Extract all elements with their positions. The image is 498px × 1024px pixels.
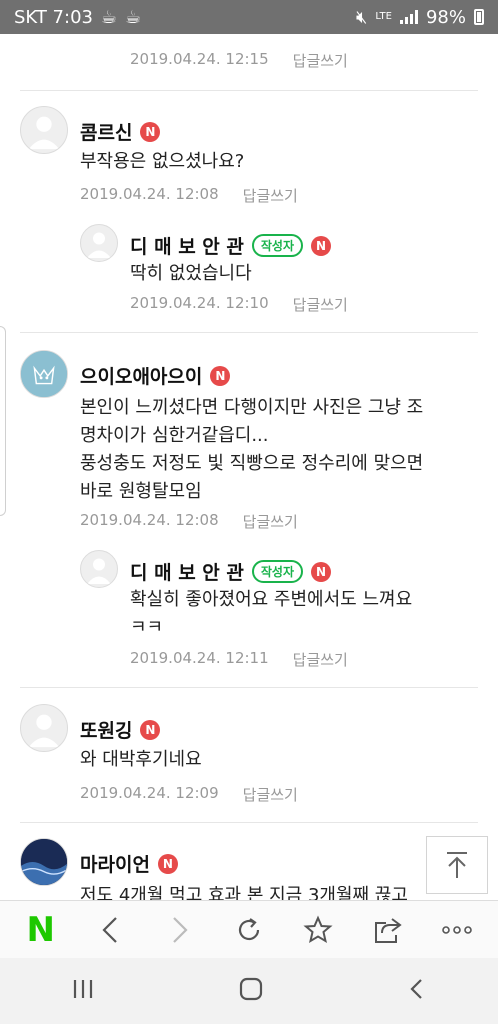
back-button[interactable]	[82, 902, 138, 958]
reply-button[interactable]: 답글쓰기	[243, 511, 298, 532]
divider	[20, 822, 478, 823]
reply-nickname[interactable]: 디 매 보 안 관 작성자 N	[130, 558, 331, 585]
comment-meta: 2019.04.24. 12:09 답글쓰기	[80, 784, 298, 805]
divider	[20, 90, 478, 91]
new-badge-icon: N	[310, 561, 331, 582]
reply-button[interactable]: 답글쓰기	[293, 649, 348, 670]
system-nav-bar	[0, 958, 498, 1024]
reply-button[interactable]: 답글쓰기	[243, 185, 298, 206]
forward-button[interactable]	[152, 902, 208, 958]
scroll-top-button[interactable]	[426, 836, 488, 894]
more-button[interactable]	[429, 902, 485, 958]
coffee-icon: ☕	[100, 6, 118, 28]
reply-button[interactable]: 답글쓰기	[243, 784, 298, 805]
status-bar: SKT 7:03 ☕ ☕ 🔇︎ LTE 98%	[0, 0, 498, 34]
avatar[interactable]	[20, 350, 68, 398]
share-icon	[374, 917, 402, 943]
reply-button[interactable]: 답글쓰기	[293, 50, 348, 71]
new-badge-icon: N	[140, 121, 161, 142]
divider	[20, 332, 478, 333]
mute-icon: 🔇︎	[356, 6, 368, 28]
comment-date: 2019.04.24. 12:08	[80, 185, 219, 203]
reply-meta: 2019.04.24. 12:11 답글쓰기	[130, 649, 348, 670]
share-button[interactable]	[360, 902, 416, 958]
naver-logo-icon: N	[26, 909, 55, 950]
bookmark-button[interactable]	[290, 902, 346, 958]
refresh-icon	[238, 917, 260, 940]
comment-nickname[interactable]: 콤르신 N	[80, 118, 161, 145]
more-dots-icon	[442, 925, 473, 934]
comment-meta: 2019.04.24. 12:15 답글쓰기	[130, 50, 348, 71]
chevron-left-icon	[102, 916, 117, 943]
avatar[interactable]	[20, 106, 68, 154]
reply-text: 딱히 없었습니다	[130, 263, 252, 284]
comment-text: 와 대박후기네요	[80, 749, 202, 770]
comment-date: 2019.04.24. 12:11	[130, 649, 269, 667]
avatar[interactable]	[80, 550, 118, 588]
battery-icon	[474, 9, 484, 25]
new-badge-icon: N	[310, 235, 331, 256]
divider	[20, 687, 478, 688]
comment-nickname[interactable]: 마라이언 N	[80, 850, 178, 877]
comment-date: 2019.04.24. 12:09	[80, 784, 219, 802]
comment-date: 2019.04.24. 12:08	[80, 511, 219, 529]
comment-list[interactable]: ⋯ 2019.04.24. 12:15 답글쓰기 콤르신 N 부작용은 없으셨나…	[0, 34, 498, 900]
comment-text-partial: ⋯	[130, 34, 148, 46]
coffee-icon: ☕	[125, 6, 142, 28]
comment-text: 부작용은 없으셨나요?	[80, 151, 245, 172]
signal-icon	[399, 10, 418, 24]
arrow-up-icon	[447, 852, 467, 878]
reply-nickname[interactable]: 디 매 보 안 관 작성자 N	[130, 232, 331, 259]
recent-apps-button[interactable]	[71, 978, 95, 1004]
comment-date: 2019.04.24. 12:15	[130, 50, 269, 68]
comment-text: 본인이 느끼셨다면 다행이지만 사진은 그냥 조 명차이가 심한거같읍디... …	[80, 397, 424, 502]
avatar[interactable]	[80, 224, 118, 262]
reply-meta: 2019.04.24. 12:10 답글쓰기	[130, 294, 348, 315]
chevron-right-icon	[172, 916, 188, 943]
naver-home-button[interactable]: N	[13, 902, 69, 958]
network-type: LTE	[375, 11, 392, 22]
star-icon	[303, 915, 333, 943]
recents-icon	[74, 980, 93, 998]
new-badge-icon: N	[210, 365, 231, 386]
reply-button[interactable]: 답글쓰기	[293, 294, 348, 315]
writer-badge: 작성자	[251, 234, 303, 257]
edge-panel-handle[interactable]	[0, 326, 6, 516]
comment-meta: 2019.04.24. 12:08 답글쓰기	[80, 511, 298, 532]
carrier-time: SKT 7:03	[14, 6, 93, 28]
new-badge-icon: N	[140, 719, 161, 740]
comment-nickname[interactable]: 으이오애아으이 N	[80, 362, 231, 389]
system-back-button[interactable]	[407, 977, 427, 1005]
home-button[interactable]	[238, 976, 264, 1006]
refresh-button[interactable]	[221, 902, 277, 958]
comment-meta: 2019.04.24. 12:08 답글쓰기	[80, 185, 298, 206]
battery-percent: 98%	[425, 6, 466, 28]
avatar[interactable]	[20, 704, 68, 752]
back-arrow-icon	[410, 979, 422, 999]
comment-nickname[interactable]: 또원깅 N	[80, 716, 161, 743]
comment-text: 저도 4개월 먹고 효과 본 지금 3개월째 끊고	[80, 885, 408, 900]
reply-text: 확실히 좋아졌어요 주변에서도 느껴요 ㅋㅋ	[130, 589, 413, 638]
browser-toolbar: N	[0, 900, 498, 958]
home-icon	[239, 977, 263, 1001]
avatar[interactable]	[20, 838, 68, 886]
comment-date: 2019.04.24. 12:10	[130, 294, 269, 312]
writer-badge: 작성자	[251, 560, 303, 583]
new-badge-icon: N	[157, 853, 178, 874]
